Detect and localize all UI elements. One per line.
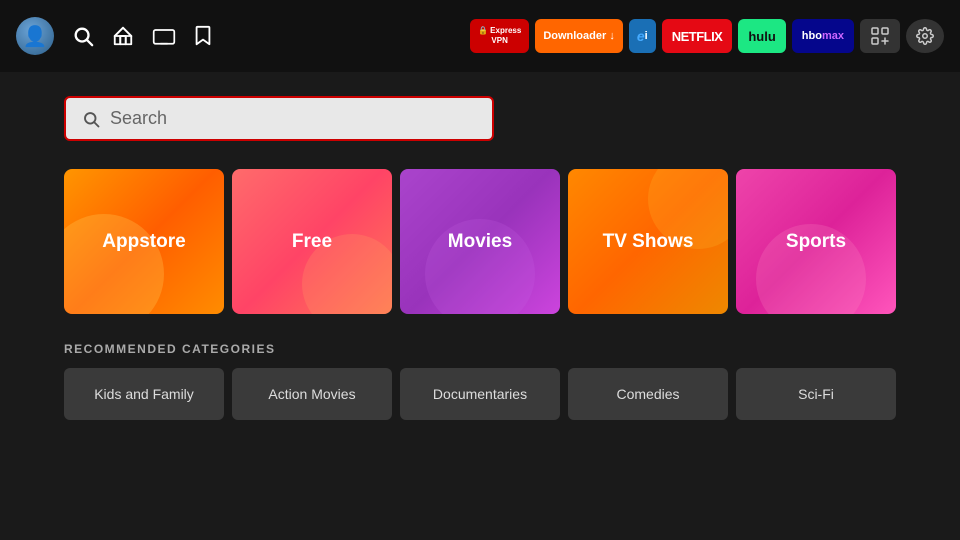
category-documentaries[interactable]: Documentaries [400, 368, 560, 420]
downloader-badge[interactable]: Downloader ↓ [535, 19, 623, 53]
category-comedies-label: Comedies [616, 386, 679, 402]
category-sci-fi[interactable]: Sci-Fi [736, 368, 896, 420]
tile-free[interactable]: Free [232, 169, 392, 314]
recommended-label: RECOMMENDED CATEGORIES [64, 342, 896, 356]
netflix-badge[interactable]: NETFLIX [662, 19, 733, 53]
tile-sports-label: Sports [786, 231, 846, 253]
tile-sports[interactable]: Sports [736, 169, 896, 314]
search-nav-icon[interactable] [72, 25, 94, 47]
category-comedies[interactable]: Comedies [568, 368, 728, 420]
category-documentaries-label: Documentaries [433, 386, 527, 402]
category-kids-and-family-label: Kids and Family [94, 386, 194, 402]
search-placeholder-text: Search [110, 108, 167, 129]
recommended-section: RECOMMENDED CATEGORIES Kids and Family A… [64, 342, 896, 420]
search-icon [82, 110, 100, 128]
tile-movies-label: Movies [448, 231, 512, 253]
main-content: Search Appstore Free Movies TV Shows Spo… [0, 72, 960, 440]
tile-appstore[interactable]: Appstore [64, 169, 224, 314]
tile-movies[interactable]: Movies [400, 169, 560, 314]
top-nav: 👤 🔒 ExpressV [0, 0, 960, 72]
grid-badge[interactable] [860, 19, 900, 53]
user-icon: 👤 [23, 24, 48, 49]
bookmark-icon[interactable] [194, 25, 212, 47]
search-container: Search [64, 96, 896, 141]
categories-row: Kids and Family Action Movies Documentar… [64, 368, 896, 420]
home-icon[interactable] [112, 25, 134, 47]
ei-badge[interactable]: ei [629, 19, 656, 53]
tile-tvshows-label: TV Shows [603, 231, 694, 253]
settings-badge[interactable] [906, 19, 944, 53]
category-sci-fi-label: Sci-Fi [798, 386, 834, 402]
tiles-row: Appstore Free Movies TV Shows Sports [64, 169, 896, 314]
category-kids-and-family[interactable]: Kids and Family [64, 368, 224, 420]
tile-free-label: Free [292, 231, 332, 253]
category-action-movies-label: Action Movies [268, 386, 355, 402]
expressvpn-badge[interactable]: 🔒 ExpressVPN [470, 19, 529, 53]
nav-left: 👤 [16, 17, 212, 55]
search-box[interactable]: Search [64, 96, 494, 141]
tile-appstore-label: Appstore [102, 231, 185, 253]
hulu-badge[interactable]: hulu [738, 19, 785, 53]
nav-apps: 🔒 ExpressVPN Downloader ↓ ei NETFLIX hul… [470, 19, 944, 53]
category-action-movies[interactable]: Action Movies [232, 368, 392, 420]
tv-icon[interactable] [152, 25, 176, 47]
avatar[interactable]: 👤 [16, 17, 54, 55]
hbomax-badge[interactable]: hbomax [792, 19, 854, 53]
tile-tvshows[interactable]: TV Shows [568, 169, 728, 314]
